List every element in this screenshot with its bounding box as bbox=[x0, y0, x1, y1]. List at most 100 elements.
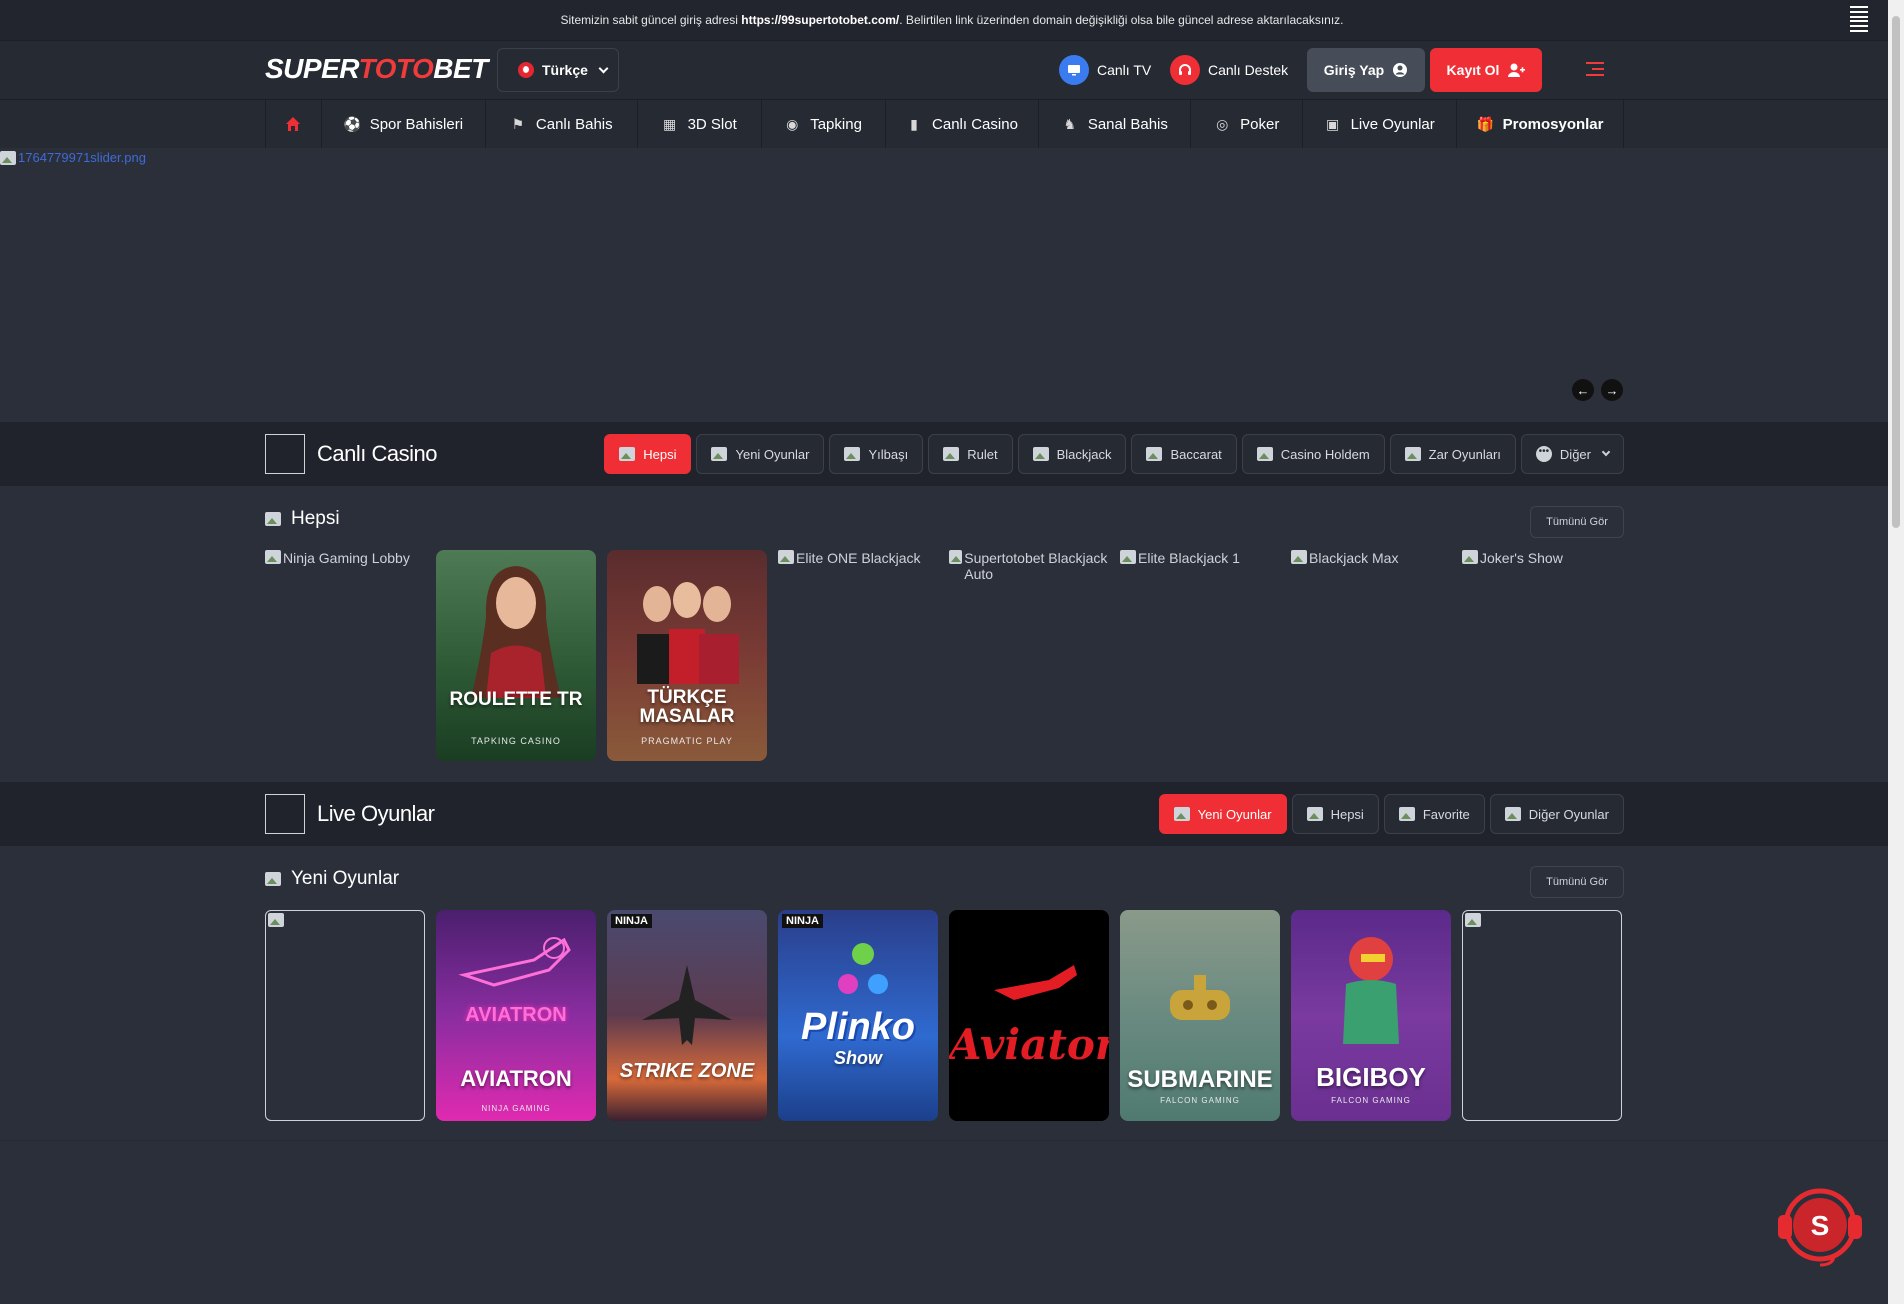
chip-yeni-oyunlar[interactable]: Yeni Oyunlar bbox=[696, 434, 825, 474]
more-dots-icon: ••• bbox=[1535, 446, 1552, 462]
nav-canli-casino[interactable]: ▮ Canlı Casino bbox=[886, 100, 1040, 148]
game-tile[interactable] bbox=[265, 910, 425, 1121]
chip-yeni-oyunlar[interactable]: Yeni Oyunlar bbox=[1158, 794, 1287, 834]
game-tile[interactable]: TÜRKÇE MASALAR PRAGMATIC PLAY bbox=[607, 550, 767, 761]
chip-blackjack[interactable]: Blackjack bbox=[1017, 434, 1127, 474]
game-title: AVIATRON bbox=[460, 1066, 572, 1091]
broken-image-icon bbox=[265, 550, 281, 564]
site-header: SUPERTOTOBET Türkçe Canlı TV Canlı Deste… bbox=[0, 40, 1904, 100]
chip-label: Diğer bbox=[1559, 446, 1591, 462]
nav-3d-slot[interactable]: ▦ 3D Slot bbox=[638, 100, 762, 148]
nav-sanal-bahis[interactable]: ♞ Sanal Bahis bbox=[1039, 100, 1192, 148]
hamburger-menu-icon[interactable] bbox=[1586, 62, 1604, 76]
game-alt-text: Blackjack Max bbox=[1309, 550, 1399, 566]
game-tile[interactable]: Blackjack Max bbox=[1291, 550, 1451, 761]
page-scrollbar[interactable] bbox=[1888, 0, 1904, 1304]
game-tile[interactable] bbox=[1462, 910, 1622, 1121]
broken-image-icon bbox=[1462, 550, 1478, 564]
announcement-prefix: Sitemizin sabit güncel giriş adresi bbox=[560, 13, 738, 27]
see-all-button[interactable]: Tümünü Gör bbox=[1530, 506, 1624, 538]
chip-zar-oyunlari[interactable]: Zar Oyunları bbox=[1389, 434, 1516, 474]
chip-hepsi[interactable]: Hepsi bbox=[1291, 794, 1379, 834]
game-tile[interactable]: BIGIBOY FALCON GAMING bbox=[1291, 910, 1451, 1121]
game-tile[interactable]: AVIATRON AVIATRON NINJA GAMING bbox=[436, 910, 596, 1121]
live-casino-body: Hepsi Tümünü Gör Ninja Gaming Lobby ROUL… bbox=[0, 486, 1904, 782]
chip-favorite[interactable]: Favorite bbox=[1383, 794, 1485, 834]
nav-label: Promosyonlar bbox=[1502, 115, 1604, 133]
live-support-label: Canlı Destek bbox=[1208, 62, 1289, 78]
chip-label: Yılbaşı bbox=[868, 446, 909, 462]
live-games-section-icon bbox=[265, 794, 305, 834]
nav-label: 3D Slot bbox=[687, 115, 737, 133]
chip-diger-dropdown[interactable]: ••• Diğer bbox=[1520, 434, 1624, 474]
announcement-url[interactable]: https://99supertotobet.com/ bbox=[741, 13, 899, 27]
nav-live-oyunlar[interactable]: ▣ Live Oyunlar bbox=[1303, 100, 1458, 148]
live-tv-link[interactable]: Canlı TV bbox=[1059, 55, 1151, 85]
live-support-link[interactable]: Canlı Destek bbox=[1170, 55, 1288, 85]
site-logo[interactable]: SUPERTOTOBET bbox=[265, 53, 488, 85]
poker-chip-icon: ◎ bbox=[1216, 116, 1229, 132]
chip-yilbasi[interactable]: Yılbaşı bbox=[829, 434, 924, 474]
game-tile[interactable]: Ninja Gaming Lobby bbox=[265, 550, 425, 761]
login-button[interactable]: Giriş Yap bbox=[1307, 48, 1425, 92]
turkey-flag-icon bbox=[518, 62, 534, 78]
game-tile[interactable]: Elite Blackjack 1 bbox=[1120, 550, 1280, 761]
chip-hepsi[interactable]: Hepsi bbox=[604, 434, 692, 474]
live-chat-button[interactable]: S bbox=[1774, 1185, 1866, 1269]
chip-baccarat[interactable]: Baccarat bbox=[1131, 434, 1237, 474]
game-tile[interactable]: NINJA STRIKE ZONE bbox=[607, 910, 767, 1121]
chip-label: Hepsi bbox=[643, 446, 677, 462]
game-tile[interactable]: SUBMARINE FALCON GAMING bbox=[1120, 910, 1280, 1121]
live-games-list: AVIATRON AVIATRON NINJA GAMING NINJA STR… bbox=[265, 910, 1622, 1121]
live-casino-games: Ninja Gaming Lobby ROULETTE TR TAPKING C… bbox=[265, 550, 1622, 761]
chip-label: Rulet bbox=[967, 446, 998, 462]
chip-label: Yeni Oyunlar bbox=[1197, 806, 1272, 822]
game-provider: FALCON GAMING bbox=[1331, 1096, 1411, 1105]
live-casino-section-icon bbox=[265, 434, 305, 474]
nav-label: Tapking bbox=[810, 115, 862, 133]
soccer-ball-icon: ⚽ bbox=[343, 116, 362, 132]
hero-slider[interactable]: 1764779971slider.png ← → bbox=[0, 148, 1904, 422]
submarine-illustration bbox=[1170, 975, 1230, 1020]
game-title: SUBMARINE bbox=[1127, 1066, 1273, 1093]
game-tile[interactable]: Supertotobet Blackjack Auto bbox=[949, 550, 1109, 761]
announcement-bar: Sitemizin sabit güncel giriş adresi http… bbox=[0, 0, 1904, 40]
game-title: Plinko bbox=[800, 1006, 916, 1048]
nav-poker[interactable]: ◎ Poker bbox=[1191, 100, 1304, 148]
nav-home[interactable] bbox=[266, 100, 322, 148]
nav-promosyonlar[interactable]: 🎁 Promosyonlar bbox=[1457, 100, 1624, 148]
see-all-button[interactable]: Tümünü Gör bbox=[1530, 866, 1624, 898]
game-tile[interactable]: NINJA Plinko Show bbox=[778, 910, 938, 1121]
game-tile[interactable]: Elite ONE Blackjack bbox=[778, 550, 938, 761]
game-tile[interactable]: Joker's Show bbox=[1462, 550, 1622, 761]
slider-prev-button[interactable]: ← bbox=[1572, 379, 1594, 401]
slider-broken-image[interactable]: 1764779971slider.png bbox=[0, 150, 146, 165]
nav-label: Live Oyunlar bbox=[1350, 115, 1435, 133]
category-icon bbox=[1404, 447, 1421, 461]
chip-label: Hepsi bbox=[1330, 806, 1364, 822]
chip-label: Zar Oyunları bbox=[1428, 446, 1501, 462]
category-icon bbox=[844, 447, 861, 461]
game-tile[interactable]: ROULETTE TR TAPKING CASINO bbox=[436, 550, 596, 761]
plane-illustration bbox=[458, 937, 571, 987]
nav-canli-bahis[interactable]: ⚑ Canlı Bahis bbox=[486, 100, 638, 148]
tapking-icon: ◉ bbox=[786, 116, 799, 132]
category-icon bbox=[1173, 807, 1190, 821]
nav-tapking[interactable]: ◉ Tapking bbox=[762, 100, 886, 148]
page-menu-icon[interactable] bbox=[1850, 6, 1868, 32]
live-games-body: Yeni Oyunlar Tümünü Gör AVIATRON AVIATRO… bbox=[0, 846, 1904, 1142]
chip-casino-holdem[interactable]: Casino Holdem bbox=[1241, 434, 1385, 474]
chip-rulet[interactable]: Rulet bbox=[928, 434, 1013, 474]
chevron-down-icon bbox=[1601, 447, 1611, 457]
cards-icon: ▮ bbox=[910, 116, 918, 132]
chip-label: Yeni Oyunlar bbox=[735, 446, 810, 462]
language-selector[interactable]: Türkçe bbox=[497, 48, 619, 92]
game-tile[interactable]: Aviator bbox=[949, 910, 1109, 1121]
slider-next-button[interactable]: → bbox=[1601, 379, 1623, 401]
register-button[interactable]: Kayıt Ol bbox=[1430, 48, 1542, 92]
chip-diger-oyunlar[interactable]: Diğer Oyunlar bbox=[1489, 794, 1624, 834]
provider-badge: NINJA bbox=[782, 914, 824, 928]
broken-image-icon bbox=[1465, 913, 1481, 927]
live-casino-subtitle: Hepsi bbox=[291, 508, 340, 529]
nav-spor-bahisleri[interactable]: ⚽ Spor Bahisleri bbox=[322, 100, 486, 148]
